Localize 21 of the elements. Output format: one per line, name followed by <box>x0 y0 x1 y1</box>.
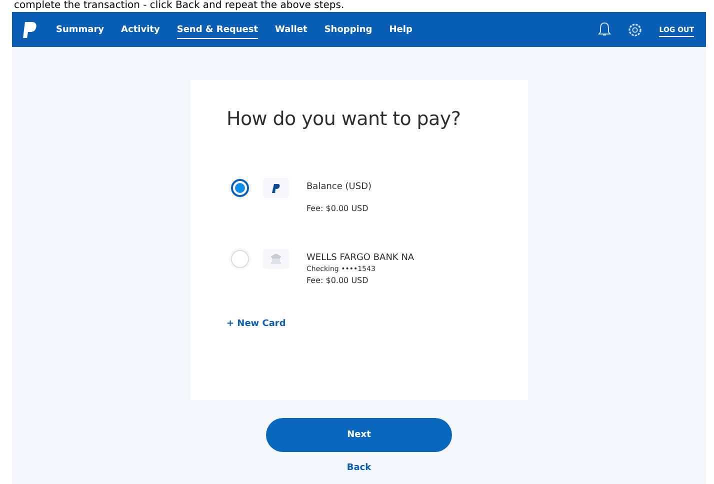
back-link[interactable]: Back <box>346 463 372 473</box>
next-button[interactable]: Next <box>266 418 452 452</box>
nav-tab[interactable]: Summary <box>56 20 104 38</box>
nav-tab[interactable]: Shopping <box>324 20 372 38</box>
fee-text: Fee: $0.00 USD <box>306 204 370 213</box>
account-name: WELLS FARGO BANK NA <box>306 253 414 263</box>
logo-icon[interactable] <box>22 20 38 38</box>
new-card-link[interactable]: + New Card <box>226 319 286 329</box>
wallet-logo-icon <box>272 184 280 192</box>
bell-icon[interactable] <box>598 22 612 37</box>
settings-icon[interactable] <box>627 22 644 38</box>
account-name: Balance (USD) <box>306 182 372 192</box>
nav-tab[interactable]: Help <box>389 20 412 38</box>
fee-text: Fee: $0.00 USD <box>306 276 370 285</box>
radio-button[interactable] <box>230 179 248 197</box>
nav-tab[interactable]: Activity <box>121 20 160 38</box>
bank-icon <box>270 254 280 264</box>
nav-tab[interactable]: Send & Request <box>176 20 258 38</box>
page-title: How do you want to pay? <box>226 108 462 130</box>
nav-tab[interactable]: Wallet <box>275 20 308 38</box>
caption-text: complete the transaction - click Back and repeat the above steps. <box>13 0 346 12</box>
